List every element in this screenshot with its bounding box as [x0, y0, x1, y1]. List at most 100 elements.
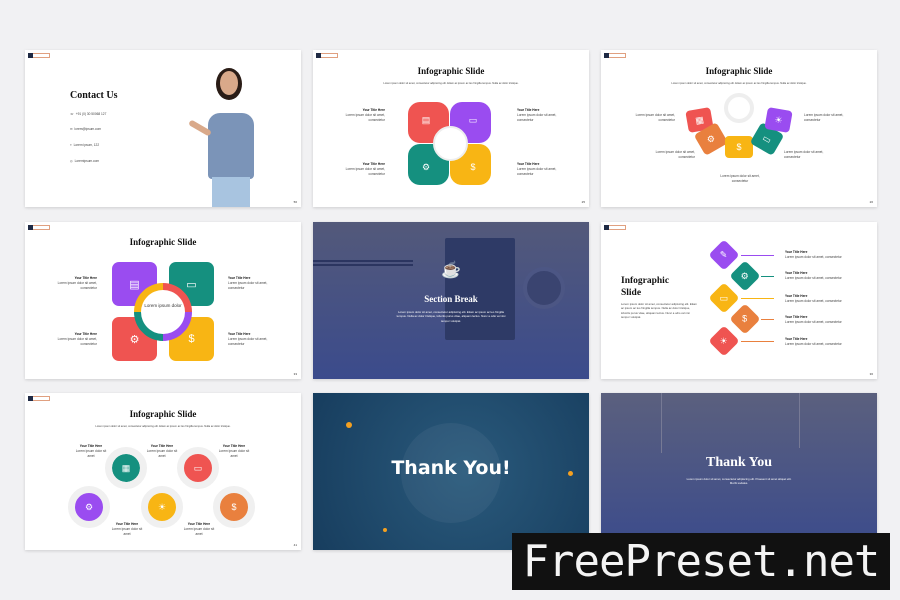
slide-contact[interactable]: Contact Us ☏ +91 (0) 30 50068 127 ✉ lore…: [25, 50, 301, 207]
step-item: Your Title Here Lorem ipsum dolor sit ame…: [785, 271, 842, 281]
item-top-left: Your Title Here Lorem ipsum dolor sit ame…: [57, 276, 97, 291]
slide-text: Lorem ipsum dolor sit amet, consectetur …: [396, 310, 506, 323]
monitor-icon: ▭: [468, 114, 478, 125]
item-text: Lorem ipsum dolor sit amet, consectetur: [784, 150, 824, 160]
slide-subtitle: Lorem ipsum dolor sit amet, consectetur …: [383, 82, 519, 85]
orange-circle: $: [213, 486, 255, 528]
logo: [28, 225, 50, 230]
item-top-right: Your Title Here Lorem ipsum dolor sit ame…: [517, 108, 557, 123]
center-circle: [433, 126, 468, 161]
slide-thank-you-dark[interactable]: Thank You!: [313, 393, 589, 550]
slide-infographic-arc[interactable]: Infographic Slide Lorem ipsum dolor sit …: [601, 50, 877, 207]
yellow-circle: ☀: [141, 486, 183, 528]
logo: [604, 53, 626, 58]
connector: [741, 255, 774, 256]
slide-title: Section Break: [424, 294, 478, 304]
email-row: ✉ lorem@ipsum.com: [70, 127, 102, 131]
slide-text: Lorem ipsum dolor sit amet, consectetur …: [621, 302, 698, 320]
circle-item: Your Title Here Lorem ipsum dolor sit ame…: [75, 444, 107, 459]
slide-title: Thank You: [705, 455, 773, 470]
item-bottom-left: Your Title Here Lorem ipsum dolor sit ame…: [57, 332, 97, 347]
logo: [316, 53, 338, 58]
item-text: Lorem ipsum dolor sit amet, consectetur: [720, 174, 760, 184]
yellow-segment: $: [725, 136, 753, 158]
connector: [761, 276, 774, 277]
purple-segment: ☀: [764, 106, 793, 134]
step-item: Your Title Here Lorem ipsum dolor sit ame…: [785, 294, 842, 304]
rail: [661, 393, 662, 453]
item-top-left: Your Title Here Lorem ipsum dolor sit ame…: [345, 108, 385, 123]
center-text: Lorem ipsum dolor: [144, 303, 182, 308]
item-text: Lorem ipsum dolor sit amet, consectetur: [635, 113, 675, 123]
logo: [604, 225, 626, 230]
page-number: 33: [293, 372, 297, 376]
gear-icon: ⚙: [421, 161, 431, 172]
watermark: FreePreset.net: [512, 533, 890, 590]
connector: [741, 341, 774, 342]
circle-item: Your Title Here Lorem ipsum dolor sit ame…: [111, 522, 143, 537]
connector: [741, 298, 774, 299]
yellow-step: ▭: [708, 282, 740, 314]
page-number: 36: [869, 372, 873, 376]
slide-infographic-circles[interactable]: Infographic Slide Lorem ipsum dolor sit …: [25, 393, 301, 550]
slide-text: Lorem ipsum dolor sit amet, consectetur …: [686, 477, 792, 486]
slide-title: Infographic Slide: [129, 409, 197, 419]
item-text: Lorem ipsum dolor sit amet, consectetur: [655, 150, 695, 160]
address-text: Lorem ipsum, 122: [73, 143, 100, 147]
item-bottom-right: Your Title Here Lorem ipsum dolor sit ame…: [517, 162, 557, 177]
money-hand-icon: $: [470, 162, 476, 172]
slide-title: Infographic Slide: [621, 276, 670, 299]
slide-subtitle: Lorem ipsum dolor sit amet, consectetur …: [95, 425, 231, 428]
dot: [383, 528, 387, 532]
page-number: 41: [293, 543, 297, 547]
phone-text: +91 (0) 30 50068 127: [75, 112, 107, 116]
person-photo: [180, 65, 280, 207]
page-number: 26: [869, 200, 873, 204]
circle-item: Your Title Here Lorem ipsum dolor sit ame…: [218, 444, 250, 459]
phone-icon: ☏: [70, 112, 74, 116]
item-bottom-right: Your Title Here Lorem ipsum dolor sit ame…: [228, 332, 268, 347]
slide-title: Infographic Slide: [129, 237, 197, 247]
red-circle: ▭: [177, 447, 219, 489]
location-icon: ⌖: [70, 143, 72, 147]
globe-icon: ◎: [70, 159, 73, 163]
rail: [799, 393, 800, 448]
logo: [28, 396, 50, 401]
circle-item: Your Title Here Lorem ipsum dolor sit ame…: [146, 444, 178, 459]
logo: [28, 53, 50, 58]
step-item: Your Title Here Lorem ipsum dolor sit ame…: [785, 315, 842, 325]
slide-title: Thank You!: [391, 457, 511, 479]
phone-row: ☏ +91 (0) 30 50068 127: [70, 112, 107, 116]
dot: [346, 422, 352, 428]
mail-icon: ✉: [70, 127, 73, 131]
web-text: Loremipsum.com: [74, 159, 100, 163]
page-number: 56: [293, 200, 297, 204]
circle-item: Your Title Here Lorem ipsum dolor sit ame…: [183, 522, 215, 537]
step-item: Your Title Here Lorem ipsum dolor sit ame…: [785, 337, 842, 347]
red-step: ☀: [708, 325, 740, 357]
chart-icon: ▤: [421, 114, 431, 125]
slide-subtitle: Lorem ipsum dolor sit amet, consectetur …: [671, 82, 807, 85]
item-top-right: Your Title Here Lorem ipsum dolor sit ame…: [228, 276, 268, 291]
page-number: 25: [581, 200, 585, 204]
slide-infographic-steps[interactable]: Infographic Slide Lorem ipsum dolor sit …: [601, 222, 877, 379]
coffee-cup-icon: ☕: [441, 262, 461, 279]
orange-step: $: [729, 303, 761, 335]
slide-title: Infographic Slide: [705, 66, 773, 76]
slide-thank-you[interactable]: Thank You Lorem ipsum dolor sit amet, co…: [601, 393, 877, 550]
slide-section-break[interactable]: ☕ Section Break Lorem ipsum dolor sit am…: [313, 222, 589, 379]
connector: [761, 319, 774, 320]
address-row: ⌖ Lorem ipsum, 122: [70, 143, 100, 147]
slide-title: Contact Us: [70, 90, 118, 101]
slide-infographic-quad[interactable]: Infographic Slide Lorem ipsum dolor sit …: [313, 50, 589, 207]
notebook-photo: [445, 238, 515, 340]
email-text: lorem@ipsum.com: [74, 127, 102, 131]
teal-circle: ▦: [105, 447, 147, 489]
ring: [724, 93, 754, 123]
slide-infographic-ring[interactable]: Infographic Slide ▤ ▭ ⚙ $ Lorem ipsum do…: [25, 222, 301, 379]
slide-title: Infographic Slide: [417, 66, 485, 76]
teal-step: ⚙: [729, 260, 761, 292]
purple-circle: ⚙: [68, 486, 110, 528]
item-text: Lorem ipsum dolor sit amet, consectetur: [804, 113, 844, 123]
item-bottom-left: Your Title Here Lorem ipsum dolor sit ame…: [345, 162, 385, 177]
